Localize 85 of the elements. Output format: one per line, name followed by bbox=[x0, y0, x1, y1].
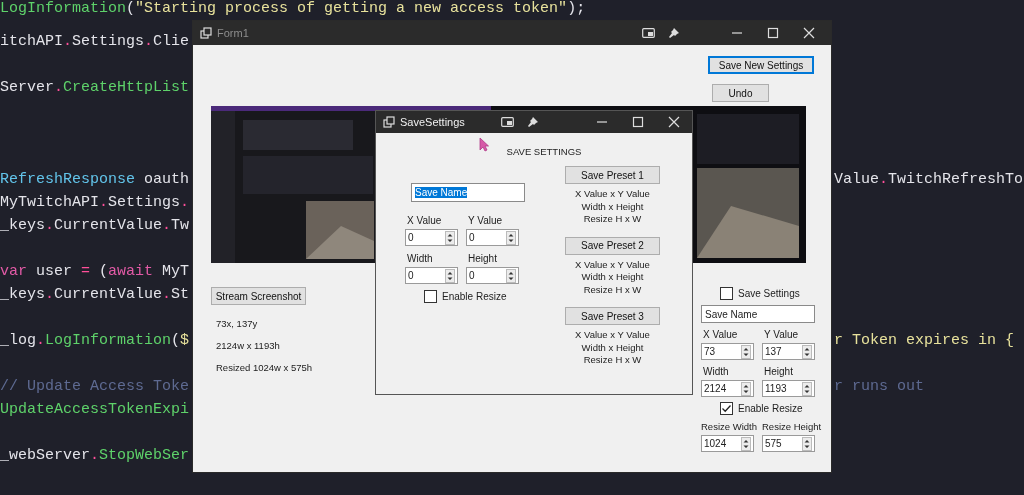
checkbox-label[interactable]: Enable Resize bbox=[738, 403, 803, 414]
spin-arrows-icon[interactable] bbox=[802, 344, 812, 359]
spin-arrows-icon[interactable] bbox=[741, 344, 751, 359]
preset-text: Width x Height bbox=[581, 200, 644, 213]
maximize-icon[interactable] bbox=[632, 116, 644, 128]
spin-arrows-icon[interactable] bbox=[802, 436, 812, 451]
code-line: r runs out bbox=[834, 377, 925, 396]
checkbox[interactable] bbox=[720, 287, 733, 300]
text-field[interactable]: Save Name bbox=[701, 305, 815, 323]
preset-text: Width x Height bbox=[581, 271, 644, 284]
app-icon bbox=[383, 116, 395, 128]
pin-icon[interactable] bbox=[669, 28, 679, 38]
save-preset-button[interactable]: Save Preset 1 bbox=[565, 166, 660, 184]
field-label: Width bbox=[702, 365, 729, 378]
field-label: Width bbox=[406, 252, 433, 265]
preset-text: Resize H x W bbox=[583, 213, 642, 226]
preset-text: X Value x Y Value bbox=[575, 329, 650, 342]
preset-text: X Value x Y Value bbox=[575, 258, 650, 271]
code-line: _webServer.StopWebSer bbox=[0, 446, 190, 465]
spin-arrows-icon[interactable] bbox=[445, 268, 455, 283]
code-line: _keys.CurrentValue.St bbox=[0, 285, 190, 304]
code-line: _keys.CurrentValue.Tw bbox=[0, 216, 190, 235]
preset-text: Resize H x W bbox=[583, 283, 642, 296]
number-field[interactable]: 0 bbox=[466, 267, 519, 284]
preset-text: Resize H x W bbox=[583, 354, 642, 367]
mouse-pointer-icon bbox=[479, 137, 489, 152]
number-field[interactable]: 575 bbox=[762, 435, 815, 452]
number-field[interactable]: 73 bbox=[701, 343, 754, 360]
field-label: Y Value bbox=[763, 328, 799, 341]
field-label: Height bbox=[763, 365, 793, 378]
window-title: SaveSettings bbox=[400, 116, 465, 128]
code-line: itchAPI.Settings.Clie bbox=[0, 32, 190, 51]
field-label: Y Value bbox=[467, 214, 503, 227]
checkbox[interactable] bbox=[720, 402, 733, 415]
code-line: UpdateAccessTokenExpi bbox=[0, 400, 190, 419]
code-line: var user = (await MyT bbox=[0, 262, 190, 281]
checkbox-label[interactable]: Save Settings bbox=[738, 288, 800, 299]
save-preset-button[interactable]: Save Preset 2 bbox=[565, 236, 660, 255]
spin-arrows-icon[interactable] bbox=[506, 230, 516, 245]
number-field[interactable]: 0 bbox=[405, 229, 458, 246]
preset-text: Width x Height bbox=[581, 341, 644, 354]
text-field[interactable]: Save Name bbox=[411, 183, 525, 202]
screen-icon[interactable] bbox=[501, 117, 514, 127]
dialog-heading: SAVE SETTINGS bbox=[506, 146, 582, 157]
checkbox[interactable] bbox=[424, 290, 437, 303]
preset-text: X Value x Y Value bbox=[575, 188, 650, 201]
spin-arrows-icon[interactable] bbox=[741, 436, 751, 451]
close-icon[interactable] bbox=[803, 27, 815, 39]
code-line: _log.LogInformation($ bbox=[0, 331, 190, 350]
code-line: Server.CreateHttpList bbox=[0, 78, 190, 97]
code-line: // Update Access Toke bbox=[0, 377, 190, 396]
close-icon[interactable] bbox=[668, 116, 680, 128]
field-label: X Value bbox=[702, 328, 738, 341]
pin-icon[interactable] bbox=[528, 117, 538, 127]
code-line: MyTwitchAPI.Settings. bbox=[0, 193, 190, 212]
undo-button[interactable]: Undo bbox=[712, 84, 769, 102]
spin-arrows-icon[interactable] bbox=[445, 230, 455, 245]
code-line: Value.TwitchRefreshTo bbox=[834, 170, 1024, 189]
stream-screenshot-button[interactable]: Stream Screenshot bbox=[211, 287, 306, 305]
code-line: r Token expires in { bbox=[834, 331, 1016, 350]
app-icon bbox=[200, 27, 212, 39]
number-field[interactable]: 1024 bbox=[701, 435, 754, 452]
number-field[interactable]: 0 bbox=[466, 229, 519, 246]
field-label: Resize Width bbox=[701, 420, 757, 433]
code-line: LogInformation("Starting process of getting a new access token"); bbox=[0, 0, 586, 18]
window-title: Form1 bbox=[217, 27, 249, 39]
info-text: Resized 1024w x 575h bbox=[216, 361, 313, 375]
field-label: Height bbox=[467, 252, 497, 265]
save-preset-button[interactable]: Save Preset 3 bbox=[565, 307, 660, 325]
number-field[interactable]: 137 bbox=[762, 343, 815, 360]
screen-icon[interactable] bbox=[642, 28, 655, 38]
save-new-settings-button[interactable]: Save New Settings bbox=[708, 56, 814, 74]
field-label: Resize Height bbox=[762, 420, 822, 433]
number-field[interactable]: 2124 bbox=[701, 380, 754, 397]
info-text: 2124w x 1193h bbox=[216, 339, 280, 353]
number-field[interactable]: 1193 bbox=[762, 380, 815, 397]
maximize-icon[interactable] bbox=[767, 27, 779, 39]
code-line: RefreshResponse oauth bbox=[0, 170, 190, 189]
number-field[interactable]: 0 bbox=[405, 267, 458, 284]
checkbox-label[interactable]: Enable Resize bbox=[442, 291, 507, 302]
field-label: X Value bbox=[406, 214, 442, 227]
spin-arrows-icon[interactable] bbox=[802, 381, 812, 396]
spin-arrows-icon[interactable] bbox=[506, 268, 516, 283]
spin-arrows-icon[interactable] bbox=[741, 381, 751, 396]
info-text: 73x, 137y bbox=[216, 317, 258, 331]
